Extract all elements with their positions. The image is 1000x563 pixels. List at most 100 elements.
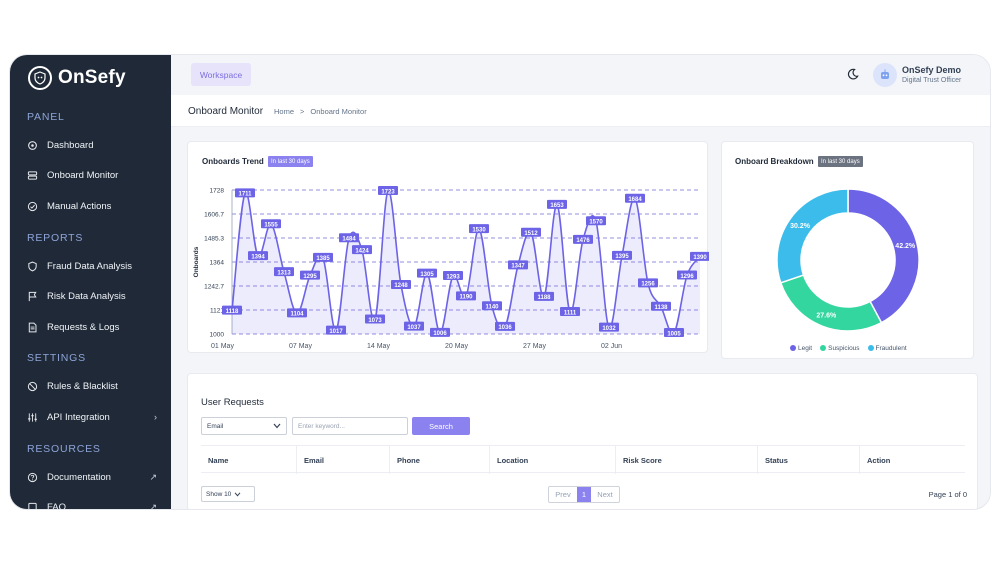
- sidebar-item-label: Fraud Data Analysis: [47, 260, 133, 272]
- sidebar-item-label: Risk Data Analysis: [47, 290, 126, 302]
- breadcrumb-separator: >: [300, 107, 305, 116]
- legend-item-suspicious[interactable]: Suspicious: [820, 345, 860, 352]
- workspace-button[interactable]: Workspace: [191, 63, 251, 86]
- pie-slice-label: 30.2%: [790, 223, 811, 230]
- column-status[interactable]: Status: [757, 446, 859, 474]
- sidebar-item-faq[interactable]: FAQ ↗: [27, 497, 157, 510]
- user-requests-card: User Requests Email Search Name Email Ph…: [187, 373, 978, 509]
- data-label: 1347: [511, 264, 525, 270]
- breadcrumb-bar: Onboard Monitor Home > Onboard Monitor: [171, 95, 990, 127]
- next-button[interactable]: Next: [591, 487, 619, 502]
- column-email[interactable]: Email: [296, 446, 389, 474]
- column-phone[interactable]: Phone: [389, 446, 489, 474]
- help-icon: [27, 472, 38, 482]
- search-input[interactable]: [292, 417, 408, 435]
- data-label: 1032: [602, 326, 616, 332]
- data-label: 1476: [576, 238, 590, 244]
- legend-item-legit[interactable]: Legit: [790, 345, 812, 352]
- y-tick-label: 1606.7: [204, 211, 224, 218]
- robot-icon: [881, 69, 889, 79]
- pie-slice-fraudulent: [776, 188, 849, 284]
- pagination: Prev 1 Next: [548, 486, 620, 503]
- data-label: 1394: [251, 254, 265, 260]
- sidebar-item-dashboard[interactable]: Dashboard: [27, 135, 157, 155]
- sidebar-item-label: Dashboard: [47, 139, 94, 151]
- data-label: 1248: [394, 283, 408, 289]
- page-1-button[interactable]: 1: [577, 487, 591, 502]
- y-tick-label: 1728: [210, 188, 225, 195]
- flag-icon: [28, 291, 37, 301]
- data-label: 1104: [290, 312, 304, 318]
- section-panel: PANEL: [27, 111, 65, 123]
- pie-slice-suspicious: [779, 274, 883, 332]
- server-icon: [27, 170, 38, 180]
- data-label: 1256: [641, 282, 655, 288]
- chevron-right-icon: ›: [154, 412, 157, 422]
- file-icon: [28, 322, 37, 332]
- page-title: Onboard Monitor: [188, 106, 264, 117]
- faq-icon: [28, 502, 37, 509]
- filter-select[interactable]: Email: [201, 417, 287, 435]
- sidebar-item-label: FAQ: [47, 501, 67, 510]
- data-label: 1395: [615, 254, 629, 260]
- sidebar-item-requests-logs[interactable]: Requests & Logs: [27, 317, 157, 337]
- section-reports: REPORTS: [27, 232, 84, 244]
- data-label: 1118: [226, 309, 239, 315]
- sidebar-item-rules-blacklist[interactable]: Rules & Blacklist: [27, 376, 157, 396]
- column-location[interactable]: Location: [489, 446, 615, 474]
- sidebar-item-label: API Integration: [47, 411, 110, 423]
- app-logo[interactable]: OnSefy: [28, 65, 126, 91]
- data-label: 1723: [381, 189, 395, 195]
- data-label: 1293: [446, 274, 460, 280]
- legend-item-fraudulent[interactable]: Fraudulent: [867, 345, 907, 352]
- data-label: 1711: [238, 192, 252, 198]
- y-tick-label: 1000: [210, 332, 225, 339]
- column-action[interactable]: Action: [859, 446, 965, 474]
- section-resources: RESOURCES: [27, 443, 101, 455]
- pie-slice-legit: [847, 188, 920, 324]
- filter-value: Email: [207, 422, 224, 430]
- x-tick-label: 20 May: [445, 343, 468, 350]
- sidebar-item-risk-data-analysis[interactable]: Risk Data Analysis: [27, 286, 157, 306]
- data-label: 1073: [368, 318, 382, 324]
- avatar[interactable]: [873, 63, 897, 87]
- sidebar-item-fraud-data-analysis[interactable]: Fraud Data Analysis: [27, 256, 157, 276]
- sidebar-item-documentation[interactable]: Documentation ↗: [27, 467, 157, 487]
- x-tick-label: 27 May: [523, 343, 546, 350]
- x-tick-label: 07 May: [289, 343, 312, 350]
- shield-icon: [28, 261, 37, 271]
- sidebar-item-onboard-monitor[interactable]: Onboard Monitor: [27, 165, 157, 185]
- sidebar: OnSefy PANEL Dashboard Onboard Monitor M…: [10, 55, 171, 510]
- data-label: 1313: [277, 270, 291, 276]
- breadcrumb-home[interactable]: Home: [274, 107, 294, 116]
- x-tick-label: 14 May: [367, 343, 390, 350]
- column-name[interactable]: Name: [201, 446, 296, 474]
- sliders-icon: [28, 412, 37, 422]
- page-size-select[interactable]: Show 10: [201, 486, 255, 502]
- topbar: Workspace OnSefy Demo Digital Trust Offi…: [171, 55, 990, 95]
- sidebar-item-label: Documentation: [47, 471, 111, 483]
- data-label: 1140: [485, 305, 499, 311]
- sidebar-item-manual-actions[interactable]: Manual Actions: [27, 196, 157, 216]
- prev-button[interactable]: Prev: [549, 487, 577, 502]
- app-name: OnSefy: [58, 67, 126, 88]
- onboards-trend-chart: 100011211242.713641485.31606.71728Onboar…: [193, 185, 709, 350]
- user-name[interactable]: OnSefy Demo: [902, 65, 961, 75]
- sidebar-item-api-integration[interactable]: API Integration ›: [27, 407, 157, 427]
- data-label: 1037: [407, 325, 421, 331]
- page-indicator: Page 1 of 0: [928, 490, 967, 499]
- column-risk-score[interactable]: Risk Score: [615, 446, 757, 474]
- y-tick-label: 1242.7: [204, 283, 224, 290]
- sidebar-item-label: Requests & Logs: [47, 321, 120, 333]
- data-label: 1111: [564, 310, 577, 316]
- data-label: 1684: [628, 197, 642, 203]
- external-link-icon: ↗: [149, 471, 157, 482]
- pie-slice-label: 27.6%: [816, 312, 837, 319]
- legend-dot: [867, 345, 874, 351]
- page-size-value: Show 10: [206, 490, 232, 498]
- ban-icon: [27, 381, 38, 391]
- data-label: 1385: [316, 256, 330, 262]
- moon-icon[interactable]: [847, 68, 859, 80]
- search-button[interactable]: Search: [412, 417, 470, 435]
- onboards-trend-card: Onboards Trend In last 30 days 1000 1121 1…: [187, 141, 709, 353]
